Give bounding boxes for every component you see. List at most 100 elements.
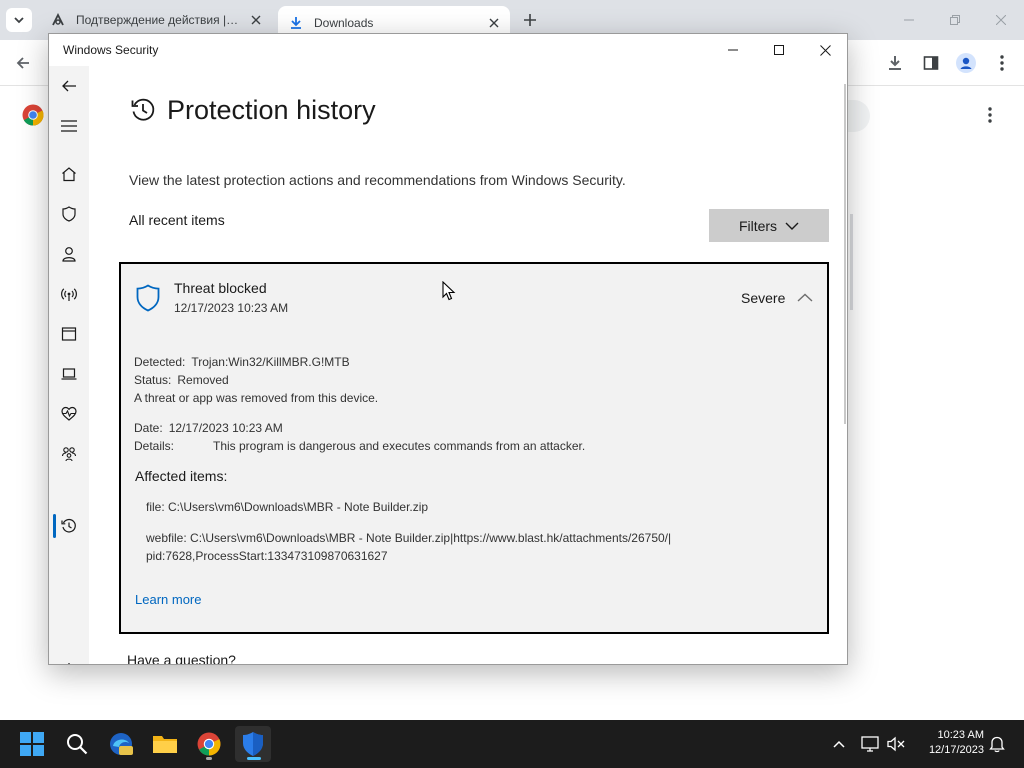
arrow-left-icon [16, 57, 29, 69]
windows-security-icon [243, 732, 263, 756]
minimize-button[interactable] [713, 38, 753, 62]
chevron-up-icon [797, 293, 813, 302]
device-health-icon [61, 406, 77, 421]
page-scrollbar[interactable] [850, 214, 853, 310]
nav-protection-history[interactable] [57, 514, 81, 538]
family-options-icon [61, 447, 77, 462]
taskbar-chrome[interactable] [191, 726, 227, 762]
nav-device-security[interactable] [57, 362, 81, 386]
close-icon [996, 15, 1006, 25]
learn-more-link[interactable]: Learn more [135, 592, 201, 607]
date-value: 12/17/2023 10:23 AM [168, 421, 283, 435]
chevron-up-icon [833, 740, 845, 748]
home-icon [62, 167, 76, 182]
collapse-button[interactable] [795, 288, 815, 308]
site-favicon-icon [50, 12, 66, 28]
profile-avatar-icon [956, 53, 976, 73]
close-icon [819, 44, 831, 56]
maximize-button[interactable] [759, 38, 799, 62]
kebab-menu-icon [988, 107, 992, 123]
tab-search-button[interactable] [6, 8, 32, 32]
nav-virus-protection[interactable] [57, 202, 81, 226]
filters-button[interactable]: Filters [709, 209, 829, 242]
network-status[interactable] [860, 734, 880, 754]
window-titlebar[interactable]: Windows Security [49, 34, 847, 66]
search-icon [67, 734, 88, 755]
volume-status[interactable] [886, 734, 906, 754]
taskbar: 10:23 AM 12/17/2023 [0, 720, 1024, 768]
page-description: View the latest protection actions and r… [129, 172, 626, 188]
nav-family-options[interactable] [57, 442, 81, 466]
active-nav-indicator [53, 514, 56, 538]
minimize-icon [904, 19, 914, 21]
account-protection-icon [62, 247, 76, 262]
details-label: Details: [134, 439, 175, 453]
menu-icon [61, 120, 77, 132]
status-value: Removed [177, 373, 229, 387]
start-button[interactable] [14, 726, 50, 762]
close-button[interactable] [805, 38, 845, 62]
side-panel-icon [923, 56, 939, 70]
nav-firewall[interactable] [57, 282, 81, 306]
device-security-icon [61, 368, 77, 380]
tab-title: Подтверждение действия | BL [76, 13, 240, 27]
mouse-cursor-icon [442, 281, 456, 301]
restore-icon [950, 15, 960, 25]
browser-menu-button[interactable] [991, 52, 1013, 74]
affected-items-heading: Affected items: [135, 468, 228, 484]
shield-icon [136, 284, 160, 312]
side-panel-button[interactable] [920, 52, 942, 74]
threat-card[interactable]: Threat blocked 12/17/2023 10:23 AM Sever… [119, 262, 829, 634]
affected-item: webfile: C:\Users\vm6\Downloads\MBR - No… [146, 531, 672, 545]
page-title: Protection history [167, 94, 376, 125]
close-icon[interactable] [486, 15, 502, 31]
threat-title: Threat blocked [174, 280, 267, 296]
page-more-button[interactable] [982, 104, 998, 126]
virus-protection-icon [62, 206, 76, 222]
details-row: Details: This program is dangerous and ex… [134, 439, 585, 453]
chevron-down-icon [785, 222, 799, 230]
profile-button[interactable] [955, 52, 977, 74]
have-a-question-heading: Have a question? [127, 652, 236, 665]
close-icon[interactable] [248, 12, 264, 28]
back-button[interactable] [12, 52, 34, 74]
detected-label: Detected: [134, 355, 186, 369]
edge-beta-icon [110, 733, 133, 755]
nav-back-button[interactable] [57, 74, 81, 98]
navigation-sidebar [49, 66, 89, 664]
detected-row: Detected: Trojan:Win32/KillMBR.G!MTB [134, 355, 350, 369]
active-app-indicator [247, 757, 261, 760]
content-scrollbar[interactable] [844, 84, 846, 424]
show-hidden-icons-button[interactable] [829, 734, 849, 754]
status-label: Status: [134, 373, 172, 387]
nav-device-health[interactable] [57, 402, 81, 426]
threat-timestamp: 12/17/2023 10:23 AM [174, 301, 289, 315]
plus-icon [524, 14, 536, 26]
filters-label: Filters [738, 217, 778, 234]
browser-close-button[interactable] [986, 8, 1016, 32]
nav-home[interactable] [57, 162, 81, 186]
new-tab-button[interactable] [520, 10, 540, 30]
browser-minimize-button[interactable] [894, 8, 924, 32]
taskbar-edge-beta[interactable] [103, 726, 139, 762]
nav-settings[interactable] [57, 658, 81, 664]
window-title: Windows Security [63, 43, 159, 57]
taskbar-search-button[interactable] [59, 726, 95, 762]
nav-account-protection[interactable] [57, 242, 81, 266]
page-header: Protection history [129, 90, 376, 130]
system-clock[interactable]: 10:23 AM 12/17/2023 [914, 728, 984, 758]
taskbar-windows-security[interactable] [235, 726, 271, 762]
browser-tab-confirm[interactable]: Подтверждение действия | BL [40, 6, 272, 34]
network-icon [861, 736, 879, 752]
browser-restore-button[interactable] [940, 8, 970, 32]
chevron-down-icon [14, 17, 24, 24]
clock-time: 10:23 AM [937, 729, 984, 741]
severity-label: Severe [741, 290, 786, 306]
notifications-button[interactable] [987, 734, 1007, 754]
protection-history-icon [61, 518, 76, 533]
nav-menu-button[interactable] [57, 114, 81, 138]
nav-app-browser-control[interactable] [57, 322, 81, 346]
taskbar-file-explorer[interactable] [147, 726, 183, 762]
windows-security-window: Windows Security Protection history View… [48, 33, 848, 665]
downloads-button[interactable] [884, 52, 906, 74]
